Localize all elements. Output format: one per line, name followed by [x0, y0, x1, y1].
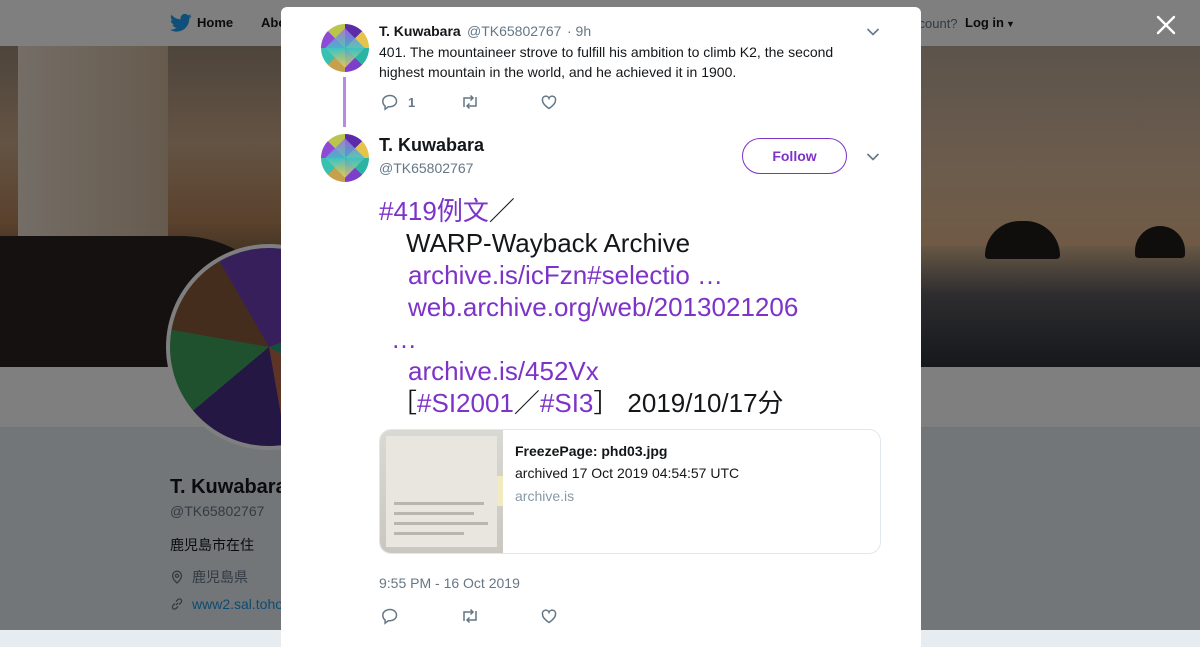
url-link-ellipsis[interactable]: … [391, 324, 417, 354]
retweet-icon [463, 608, 477, 624]
reply-count: 1 [408, 95, 416, 110]
thumbnail-tab [497, 476, 503, 506]
tweet-text-span: ／ [513, 388, 540, 418]
tweet-timestamp[interactable]: · 9h [567, 23, 591, 39]
thread-connector-line [343, 77, 346, 127]
close-icon[interactable] [1153, 12, 1179, 38]
hashtag-link[interactable]: #419例文 [379, 196, 489, 226]
retweet-button[interactable] [460, 607, 480, 625]
thumbnail-line [394, 502, 484, 505]
heart-icon [541, 95, 557, 110]
tweet-text-span: ／ [488, 196, 515, 226]
tweet-author-avatar[interactable] [321, 24, 369, 72]
chevron-down-icon[interactable] [866, 152, 880, 162]
tweet-line: ［#SI2001／#SI3］ 2019/10/17分 [379, 387, 798, 419]
tweet-permalink-modal: T. Kuwabara @TK65802767 · 9h 401. The mo… [281, 7, 921, 647]
thumbnail-line [394, 532, 464, 535]
card-description: archived 17 Oct 2019 04:54:57 UTC [515, 465, 740, 481]
retweet-icon [463, 94, 477, 110]
card-thumbnail [380, 430, 503, 553]
reply-icon [382, 608, 398, 625]
tweet-line: archive.is/452Vx [379, 355, 798, 387]
tweet-text: #419例文／ WARP-Wayback Archive archive.is/… [379, 195, 798, 419]
card-title: FreezePage: phd03.jpg [515, 443, 668, 459]
link-preview-card[interactable]: FreezePage: phd03.jpg archived 17 Oct 20… [379, 429, 881, 554]
tweet-text-span: ［ [391, 388, 418, 418]
reply-button[interactable] [381, 607, 399, 625]
tweet-line: WARP-Wayback Archive [406, 228, 691, 258]
tweet-author-avatar[interactable] [321, 134, 369, 182]
tweet-author-name[interactable]: T. Kuwabara [379, 135, 484, 156]
follow-button[interactable]: Follow [742, 138, 847, 174]
thumbnail-line [394, 522, 488, 525]
tweet-text-span: ］ [593, 388, 620, 418]
reply-button[interactable] [381, 93, 399, 111]
heart-icon [541, 609, 557, 624]
like-button[interactable] [540, 93, 558, 111]
tweet-line: #419例文／ [379, 195, 798, 227]
tweet-line: archive.is/icFzn#selectio … [379, 259, 798, 291]
tweet-author-handle[interactable]: @TK65802767 [379, 160, 473, 176]
retweet-button[interactable] [460, 93, 480, 111]
hashtag-link[interactable]: #SI3 [540, 388, 594, 418]
tweet-author-name[interactable]: T. Kuwabara [379, 23, 461, 39]
reply-icon [382, 94, 398, 111]
thumbnail-line [394, 512, 474, 515]
tweet-full-timestamp[interactable]: 9:55 PM - 16 Oct 2019 [379, 575, 520, 591]
chevron-down-icon[interactable] [866, 27, 880, 37]
tweet-text-span: 2019/10/17分 [627, 388, 784, 418]
url-link[interactable]: web.archive.org/web/2013021206 [408, 292, 798, 322]
tweet-line: … [379, 323, 798, 355]
tweet-text: 401. The mountaineer strove to fulfill h… [379, 44, 834, 80]
tweet-line: web.archive.org/web/2013021206 [379, 291, 798, 323]
hashtag-link[interactable]: #SI2001 [417, 388, 514, 418]
tweet-author-handle[interactable]: @TK65802767 [467, 23, 561, 39]
thumbnail-document [386, 436, 497, 547]
url-link[interactable]: archive.is/icFzn#selectio … [408, 260, 723, 290]
url-link[interactable]: archive.is/452Vx [408, 356, 599, 386]
like-button[interactable] [540, 607, 558, 625]
card-domain: archive.is [515, 488, 575, 504]
